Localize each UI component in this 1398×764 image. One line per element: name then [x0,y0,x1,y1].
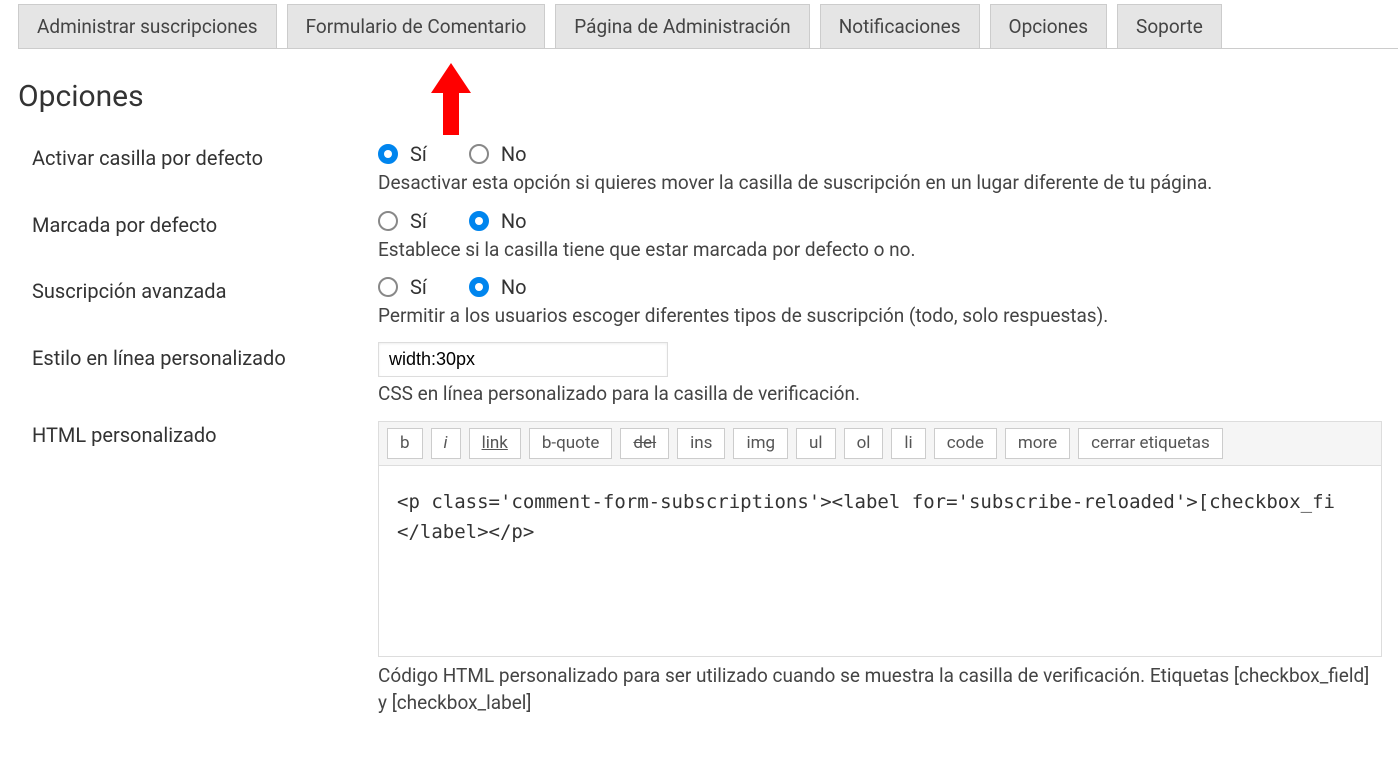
radio-label-yes: Sí [410,209,427,233]
editor-btn-italic[interactable]: i [431,428,461,459]
editor-textarea[interactable]: <p class='comment-form-subscriptions'><l… [379,466,1381,656]
tab-options[interactable]: Opciones [990,4,1108,48]
html-editor: b i link b-quote del ins img ul ol li co… [378,421,1382,657]
desc-advanced-subscription: Permitir a los usuarios escoger diferent… [378,303,1380,330]
input-inline-style[interactable] [378,342,668,377]
editor-btn-img[interactable]: img [733,428,788,459]
label-custom-html: HTML personalizado [18,419,378,447]
tab-notifications[interactable]: Notificaciones [820,4,980,48]
tab-support[interactable]: Soporte [1117,4,1222,48]
label-checked-default: Marcada por defecto [18,209,378,237]
label-inline-style: Estilo en línea personalizado [18,342,378,370]
editor-btn-del[interactable]: del [620,428,669,459]
radio-label-no: No [501,142,527,166]
desc-enable-checkbox: Desactivar esta opción si quieres mover … [378,170,1380,197]
editor-btn-close-tags[interactable]: cerrar etiquetas [1078,428,1223,459]
row-enable-checkbox: Activar casilla por defecto Sí No Desact… [18,134,1380,201]
editor-btn-ol[interactable]: ol [844,428,884,459]
page-title: Opciones [18,79,1380,114]
editor-btn-bold[interactable]: b [387,428,423,459]
desc-checked-default: Establece si la casilla tiene que estar … [378,237,1380,264]
arrow-up-icon [431,63,471,135]
row-checked-default: Marcada por defecto Sí No Establece si l… [18,201,1380,268]
radio-checked-no[interactable] [469,211,489,231]
desc-custom-html: Código HTML personalizado para ser utili… [378,663,1382,716]
row-custom-html: HTML personalizado b i link b-quote del … [18,411,1380,720]
row-inline-style: Estilo en línea personalizado CSS en lín… [18,334,1380,412]
editor-toolbar: b i link b-quote del ins img ul ol li co… [379,422,1381,466]
editor-btn-bquote[interactable]: b-quote [529,428,613,459]
tabs-nav: Administrar suscripciones Formulario de … [18,0,1398,49]
editor-btn-code[interactable]: code [934,428,997,459]
radio-advanced-no[interactable] [469,277,489,297]
radio-enable-yes[interactable] [378,144,398,164]
row-advanced-subscription: Suscripción avanzada Sí No Permitir a lo… [18,267,1380,334]
radio-enable-no[interactable] [469,144,489,164]
radio-label-no: No [501,275,527,299]
radio-label-no: No [501,209,527,233]
editor-btn-ins[interactable]: ins [677,428,725,459]
radio-advanced-yes[interactable] [378,277,398,297]
label-enable-checkbox: Activar casilla por defecto [18,142,378,170]
tab-manage-subscriptions[interactable]: Administrar suscripciones [18,4,277,48]
radio-checked-yes[interactable] [378,211,398,231]
editor-btn-link[interactable]: link [469,428,521,459]
editor-btn-ul[interactable]: ul [796,428,836,459]
radio-label-yes: Sí [410,275,427,299]
tab-admin-page[interactable]: Página de Administración [555,4,809,48]
label-advanced-subscription: Suscripción avanzada [18,275,378,303]
editor-btn-more[interactable]: more [1005,428,1070,459]
radio-label-yes: Sí [410,142,427,166]
editor-btn-li[interactable]: li [891,428,925,459]
desc-inline-style: CSS en línea personalizado para la casil… [378,381,1380,408]
tab-comment-form[interactable]: Formulario de Comentario [287,4,546,48]
